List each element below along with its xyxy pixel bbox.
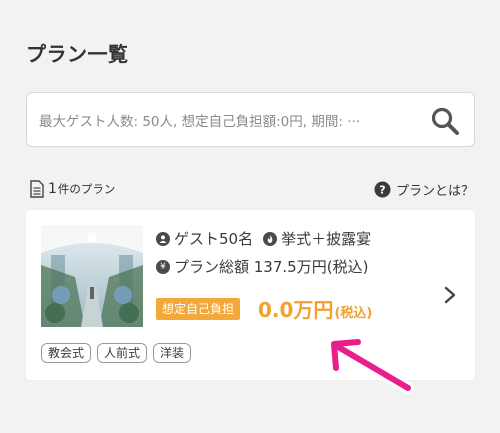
- yen-icon: ¥: [156, 259, 170, 274]
- plan-total: プラン総額 137.5万円(税込): [174, 258, 369, 276]
- result-count-label: 件のプラン: [57, 182, 116, 196]
- search-bar[interactable]: 最大ゲスト人数: 50人, 想定自己負担額:0円, 期間: ···: [26, 92, 475, 147]
- plan-help-link[interactable]: ? プランとは？: [374, 178, 474, 200]
- help-circle-icon: ?: [374, 181, 391, 197]
- tag-western-attire: 洋装: [153, 343, 192, 363]
- result-count: 1 件のプラン: [30, 178, 115, 200]
- plan-photo: [41, 225, 143, 327]
- plan-info-line-1: ゲスト50名 挙式＋披露宴: [156, 228, 371, 249]
- person-icon: [156, 231, 170, 246]
- document-icon: [30, 180, 44, 198]
- svg-text:?: ?: [379, 183, 385, 196]
- self-pay-badge: 想定自己負担: [156, 298, 241, 320]
- fire-icon: [263, 231, 278, 246]
- ceremony-type: 挙式＋披露宴: [281, 230, 372, 248]
- chevron-right-icon[interactable]: [443, 285, 457, 305]
- search-icon[interactable]: [430, 106, 460, 136]
- plan-info-line-2: ¥ プラン総額 137.5万円(税込): [156, 256, 368, 277]
- tag-civil: 人前式: [97, 343, 148, 363]
- self-pay-amount: 0.0万円 (税込): [258, 294, 372, 323]
- help-label[interactable]: プランとは？: [396, 180, 474, 199]
- page-title: プラン一覧: [26, 42, 129, 66]
- plan-tags: 教会式 人前式 洋装: [41, 343, 197, 363]
- self-pay-value: 0.0万円: [258, 298, 334, 322]
- annotation-arrow: [328, 336, 414, 394]
- search-input[interactable]: 最大ゲスト人数: 50人, 想定自己負担額:0円, 期間: ···: [39, 110, 424, 130]
- self-pay-tax: (税込): [334, 306, 373, 321]
- guest-count: ゲスト50名: [174, 230, 254, 248]
- tag-church: 教会式: [41, 343, 92, 363]
- result-count-number: 1: [48, 181, 57, 197]
- plan-list-page: プラン一覧 最大ゲスト人数: 50人, 想定自己負担額:0円, 期間: ··· …: [0, 0, 500, 433]
